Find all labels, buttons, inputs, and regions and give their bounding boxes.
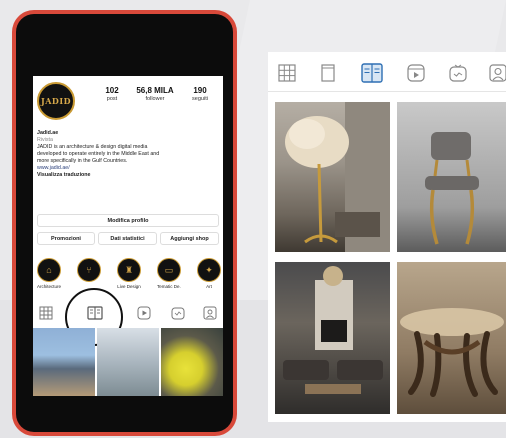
table-illustration <box>400 308 504 397</box>
play-icon[interactable] <box>406 63 426 83</box>
highlight-label: Tematic De... <box>157 284 181 289</box>
highlight-tematic[interactable]: ▭ Tematic De... <box>157 258 181 289</box>
promotions-button[interactable]: Promozioni <box>37 232 95 245</box>
add-shop-button[interactable]: Aggiungi shop <box>160 232 219 245</box>
highlight-label: Architecture <box>37 284 61 289</box>
profile-bio: Jadid.ae Rivista JADID is an architectur… <box>37 130 221 179</box>
art-icon: ✦ <box>197 258 221 282</box>
highlight-label: Live Design <box>117 284 141 289</box>
play-icon[interactable] <box>137 306 151 320</box>
post-thumbnail-living-room[interactable] <box>275 262 390 414</box>
stat-value: 56,8 MILA <box>136 86 174 95</box>
living-room-illustration <box>283 266 383 394</box>
stat-following[interactable]: 190 seguiti <box>181 86 219 102</box>
edit-profile-button[interactable]: Modifica profilo <box>37 214 219 227</box>
post-thumbnail[interactable] <box>97 328 159 396</box>
profile-header: JADID 102 post 56,8 MILA follower 190 se… <box>33 76 223 128</box>
stat-label: follower <box>145 96 165 102</box>
zoomed-tab-bar <box>268 52 506 92</box>
feather-lamp-illustration <box>285 102 390 252</box>
grid-icon[interactable] <box>277 63 297 83</box>
igtv-icon[interactable] <box>448 63 468 83</box>
highlight-chair[interactable]: ⑂ <box>77 258 101 284</box>
building-icon: ⌂ <box>37 258 61 282</box>
phone-screen: JADID 102 post 56,8 MILA follower 190 se… <box>33 76 223 396</box>
highlight-art[interactable]: ✦ Art <box>197 258 221 289</box>
chair-icon: ⑂ <box>77 258 101 282</box>
insights-button[interactable]: Dati statistici <box>98 232 157 245</box>
stat-followers[interactable]: 56,8 MILA follower <box>133 86 177 102</box>
post-thumbnail-chair[interactable] <box>397 102 506 252</box>
guide-icon[interactable] <box>360 61 384 85</box>
chair-illustration <box>425 132 479 245</box>
tagged-icon[interactable] <box>203 306 217 320</box>
stat-label: post <box>106 96 118 102</box>
post-thumbnail[interactable] <box>33 328 95 396</box>
stat-posts[interactable]: 102 post <box>93 86 131 102</box>
avatar-logo: JADID <box>40 96 72 106</box>
grid-icon[interactable] <box>39 306 53 320</box>
phone-post-grid <box>33 328 223 396</box>
avatar[interactable]: JADID <box>37 82 75 120</box>
post-thumbnail-feather-lamp[interactable] <box>275 102 390 252</box>
highlight-live-design[interactable]: ♜ Live Design <box>117 258 141 289</box>
tagged-icon[interactable] <box>488 63 506 83</box>
sofa-icon: ▭ <box>157 258 181 282</box>
stat-value: 102 <box>105 86 119 95</box>
lamp-icon: ♜ <box>117 258 141 282</box>
bio-line: developed to operate entirely in the Mid… <box>37 151 160 157</box>
phone-frame: JADID 102 post 56,8 MILA follower 190 se… <box>12 10 237 436</box>
phone-bezel: JADID 102 post 56,8 MILA follower 190 se… <box>16 14 233 432</box>
profile-category: Rivista <box>37 137 53 143</box>
profile-name: Jadid.ae <box>37 130 59 136</box>
stat-value: 190 <box>193 86 207 95</box>
profile-link[interactable]: www.jadid.ae/ <box>37 165 221 172</box>
stat-label: seguiti <box>192 96 208 102</box>
reels-frame-icon[interactable] <box>318 63 338 83</box>
highlight-label: Art <box>206 284 212 289</box>
post-thumbnail-table[interactable] <box>397 262 506 414</box>
bio-line: more specifically in the Gulf Countries. <box>37 158 128 164</box>
post-thumbnail[interactable] <box>161 328 223 396</box>
profile-tabs <box>33 298 223 328</box>
igtv-icon[interactable] <box>171 306 185 320</box>
highlight-architecture[interactable]: ⌂ Architecture <box>37 258 61 289</box>
see-translation-link[interactable]: Visualizza traduzione <box>37 172 221 179</box>
bio-line: JADID is an architecture & design digita… <box>37 144 148 150</box>
